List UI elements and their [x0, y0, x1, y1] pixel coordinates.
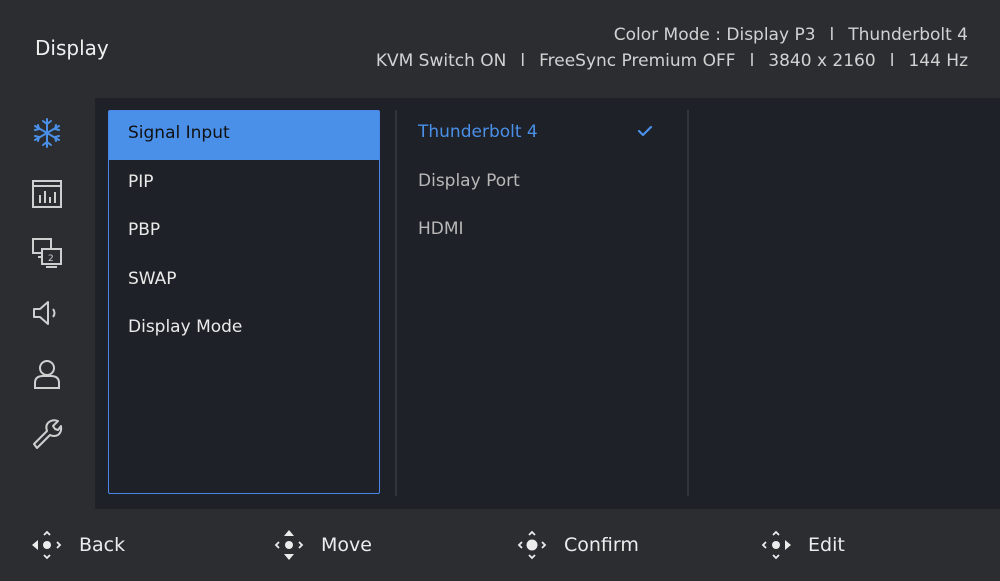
- sidebar-item-audio[interactable]: [29, 295, 65, 331]
- settings-menu: Signal Input PIP PBP SWAP Display Mode: [108, 110, 380, 494]
- option-label: HDMI: [418, 219, 464, 239]
- joystick-right-icon: [761, 530, 791, 560]
- confirm-label: Confirm: [564, 534, 639, 556]
- sidebar-item-display[interactable]: 2: [29, 235, 65, 271]
- status-refresh-rate: 144 Hz: [908, 51, 968, 71]
- sidebar-item-brightness[interactable]: [29, 115, 65, 151]
- joystick-updown-icon: [274, 530, 304, 560]
- status-freesync: FreeSync Premium OFF: [539, 51, 736, 71]
- back-label: Back: [79, 534, 126, 556]
- status-separator: l: [520, 51, 526, 71]
- status-line-1: Color Mode : Display P3 l Thunderbolt 4: [614, 25, 968, 45]
- column-divider: [687, 110, 689, 496]
- sidebar: 2: [0, 98, 95, 509]
- status-kvm: KVM Switch ON: [375, 51, 507, 71]
- move-button[interactable]: Move: [272, 509, 372, 581]
- menu-item-swap[interactable]: SWAP: [109, 257, 379, 306]
- move-label: Move: [321, 534, 372, 556]
- menu-item-signal-input[interactable]: Signal Input: [109, 111, 379, 160]
- main-panel: 2 Signal Input PIP PBP SWAP Display Mode: [0, 98, 1000, 509]
- confirm-button[interactable]: Confirm: [515, 509, 639, 581]
- option-label: Thunderbolt 4: [418, 122, 538, 142]
- joystick-press-icon: [517, 530, 547, 560]
- option-item[interactable]: Thunderbolt 4: [418, 110, 668, 159]
- menu-item-pbp[interactable]: PBP: [109, 208, 379, 257]
- status-color-mode: Color Mode : Display P3: [613, 25, 816, 45]
- edit-button[interactable]: Edit: [759, 509, 845, 581]
- status-resolution: 3840 x 2160: [768, 51, 876, 71]
- page-title: Display: [35, 36, 109, 60]
- display-pip-icon: 2: [32, 238, 62, 268]
- status-separator: l: [889, 51, 895, 71]
- wrench-icon: [33, 419, 63, 449]
- sidebar-item-user[interactable]: [29, 356, 65, 392]
- menu-item-display-mode[interactable]: Display Mode: [109, 305, 379, 354]
- footer-bar: Back Move Confirm Edit: [0, 509, 1000, 581]
- column-divider: [395, 110, 397, 496]
- sidebar-item-picture[interactable]: [29, 176, 65, 212]
- picture-chart-icon: [32, 180, 62, 208]
- brightness-snowflake-icon: [34, 118, 60, 148]
- edit-label: Edit: [808, 534, 845, 556]
- back-button[interactable]: Back: [30, 509, 125, 581]
- sidebar-item-system[interactable]: [29, 416, 65, 452]
- user-icon: [34, 360, 60, 389]
- option-label: Display Port: [418, 170, 520, 191]
- options-list: Thunderbolt 4 Display Port HDMI: [418, 110, 668, 256]
- status-input: Thunderbolt 4: [848, 25, 968, 45]
- status-separator: l: [749, 51, 755, 71]
- option-item[interactable]: HDMI: [418, 207, 668, 256]
- option-item[interactable]: Display Port: [418, 159, 668, 208]
- checkmark-icon: [637, 125, 653, 137]
- joystick-left-icon: [32, 530, 62, 560]
- status-line-2: KVM Switch ON l FreeSync Premium OFF l 3…: [376, 51, 968, 71]
- speaker-icon: [33, 301, 56, 325]
- svg-text:2: 2: [48, 254, 54, 264]
- menu-item-pip[interactable]: PIP: [109, 160, 379, 209]
- header-bar: Display Color Mode : Display P3 l Thunde…: [0, 0, 1000, 98]
- status-separator: l: [829, 25, 835, 45]
